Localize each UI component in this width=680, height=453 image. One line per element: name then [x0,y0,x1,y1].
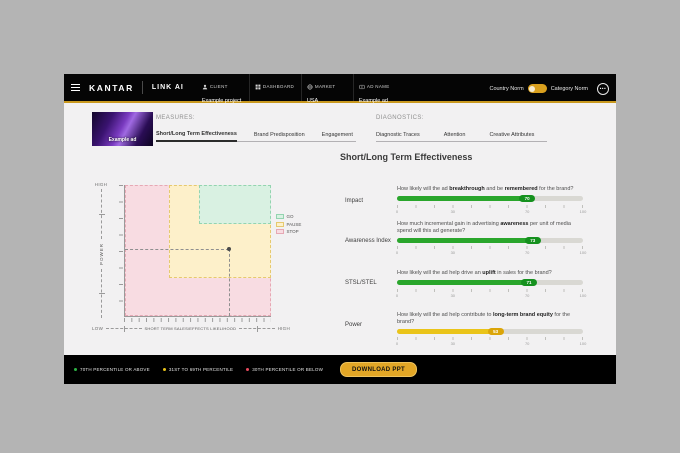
slider-label: STSL/STEL [345,280,377,286]
red-dot-icon [246,368,249,371]
region-go [199,185,271,224]
tab-creative-attributes[interactable]: Creative Attributes [489,132,534,141]
norm-toggle[interactable] [528,84,547,93]
tab-engagement[interactable]: Engagement [322,132,353,141]
nav-item-ad-name[interactable]: AD NAME Example ad [353,74,423,101]
header-nav: CLIENT Example project DASHBOARD MARKET … [197,74,423,101]
ad-name-icon [359,77,365,95]
slider-value-badge: 73 [525,237,541,244]
slider-value-badge: 71 [521,279,537,286]
x-axis: LOW SHORT TERM SALES/EFFECTS LIKELIHOOD … [92,326,290,331]
top-header: KANTAR LINK AI CLIENT Example project DA… [64,74,616,103]
slider-label: Power [345,322,362,328]
slider-tick-marks [397,246,583,249]
percentile-legend-low: 30TH PERCENTILE OR BELOW [246,367,323,372]
slider-tick-marks [397,337,583,340]
diagnostics-tabs: Diagnostic Traces Attention Creative Att… [376,126,547,142]
nav-item-dashboard[interactable]: DASHBOARD [249,74,301,101]
slider-bar: 70 [397,195,583,202]
app-window: KANTAR LINK AI CLIENT Example project DA… [64,74,616,384]
legend-item-stop: STOP [276,229,301,234]
slider-question: How much incremental gain in advertising… [397,221,583,234]
tab-short-long-term-effectiveness[interactable]: Short/Long Term Effectiveness [156,131,237,142]
slider-question: How likely will the ad help drive an upl… [397,270,583,277]
ad-thumbnail-caption: Example ad [109,137,137,143]
slider-tick-labels: 03070100 [397,209,583,214]
x-axis-low-label: LOW [92,326,103,331]
slider-bar: 73 [397,237,583,244]
slider-fill [397,280,529,285]
slider-row-impact: Impact How likely will the ad breakthrou… [345,186,585,214]
x-axis-ticks [124,318,271,322]
tab-diagnostic-traces[interactable]: Diagnostic Traces [376,132,420,141]
measures-tabs: Short/Long Term Effectiveness Brand Pred… [156,126,356,142]
slider-tick-labels: 03070100 [397,250,583,255]
y-axis-high-label: HIGH [95,182,107,187]
slider-value-badge: 70 [519,195,535,202]
slider-label: Awareness Index [345,238,391,244]
slider-fill [397,329,496,334]
category-norm-label: Category Norm [551,86,588,92]
x-axis-title: SHORT TERM SALES/EFFECTS LIKELIHOOD [145,326,237,331]
slider-question: How likely will the ad breakthrough and … [397,186,583,193]
x-axis-line [106,328,141,329]
tab-brand-predisposition[interactable]: Brand Predisposition [254,132,305,141]
legend-item-pause: PAUSE [276,222,301,227]
header-divider [142,81,143,94]
percentile-legend-high: 70TH PERCENTILE OR ABOVE [74,367,150,372]
slider-bar: 53 [397,328,583,335]
chart-point [227,247,231,251]
y-axis-line [101,189,102,239]
ad-thumbnail[interactable]: Example ad [92,112,153,146]
legend-swatch-pause [276,222,284,227]
page-title: Short/Long Term Effectiveness [340,152,472,162]
legend-item-go: GO [276,214,301,219]
slider-row-awareness-index: Awareness Index How much incremental gai… [345,221,585,255]
kantar-logo: KANTAR [89,83,134,93]
quadrant-plot [124,185,271,317]
market-globe-icon [307,77,313,95]
hamburger-menu-icon[interactable] [71,84,80,91]
chart-legend: GO PAUSE STOP [276,214,301,237]
slider-tick-marks [397,289,583,292]
y-axis-line [101,269,102,319]
slider-fill [397,196,527,201]
slider-label: Impact [345,198,363,204]
nav-item-client[interactable]: CLIENT Example project [197,74,249,101]
crosshair-h [125,249,229,250]
measures-heading: MEASURES: [156,115,195,121]
nav-item-market[interactable]: MARKET USA [301,74,353,101]
product-name: LINK AI [152,84,184,91]
footer-bar: 70TH PERCENTILE OR ABOVE 31ST TO 69TH PE… [64,355,616,384]
slider-tick-labels: 03070100 [397,341,583,346]
slider-tick-labels: 03070100 [397,293,583,298]
x-axis-high-label: HIGH [278,326,290,331]
y-axis-title: POWER [99,243,104,265]
legend-swatch-go [276,214,284,219]
slider-question: How likely will the ad help contribute t… [397,312,583,325]
client-icon [202,77,208,95]
dashboard-icon [255,77,261,95]
more-options-icon[interactable]: ••• [597,83,609,95]
y-axis-ticks [119,185,123,317]
slider-bar: 71 [397,279,583,286]
tab-attention[interactable]: Attention [444,132,466,141]
slider-tick-marks [397,205,583,208]
green-dot-icon [74,368,77,371]
diagnostics-heading: DIAGNOSTICS: [376,115,424,121]
slider-row-stsl-stel: STSL/STEL How likely will the ad help dr… [345,270,585,298]
legend-swatch-stop [276,229,284,234]
country-norm-label: Country Norm [489,86,523,92]
percentile-legend-mid: 31ST TO 69TH PERCENTILE [163,367,233,372]
slider-value-badge: 53 [488,328,504,335]
x-axis-line [239,328,274,329]
y-axis: HIGH POWER [95,182,107,320]
slider-row-power: Power How likely will the ad help contri… [345,312,585,346]
slider-fill [397,238,533,243]
crosshair-v [229,249,230,316]
download-ppt-button[interactable]: DOWNLOAD PPT [340,362,417,377]
yellow-dot-icon [163,368,166,371]
header-right-cluster: Country Norm Category Norm ••• [489,74,609,103]
toggle-knob [529,86,535,92]
